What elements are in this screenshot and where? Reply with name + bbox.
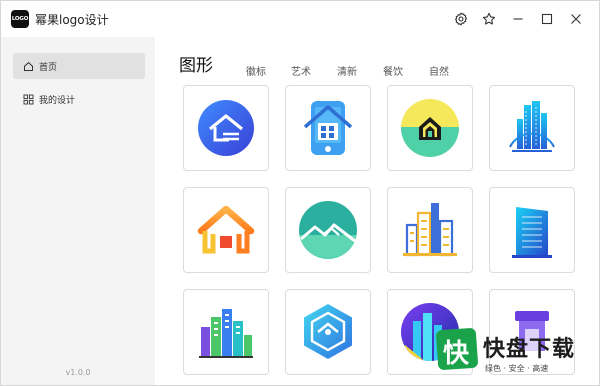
- watermark-brand: 快盘下载: [483, 337, 576, 362]
- template-card[interactable]: [387, 85, 473, 171]
- tab-badge[interactable]: 徽标: [246, 63, 266, 78]
- hexagon-house-icon: [304, 304, 352, 359]
- close-icon[interactable]: [566, 9, 586, 29]
- template-card[interactable]: [387, 187, 473, 273]
- watermark-tagline: 绿色 · 安全 · 高速: [485, 364, 549, 373]
- sidebar-item-my-designs[interactable]: 我的设计: [13, 86, 145, 112]
- template-card[interactable]: [489, 85, 575, 171]
- tab-graphics[interactable]: 图形: [179, 51, 213, 76]
- title-bar: LOGO 幂果logo设计: [1, 1, 599, 37]
- grid-icon: [23, 94, 34, 104]
- app-title: 幂果logo设计: [35, 13, 109, 27]
- minimize-icon[interactable]: [508, 9, 528, 29]
- yellow-green-house-icon: [401, 99, 459, 157]
- sidebar-item-label: 首页: [39, 62, 58, 73]
- orange-roof-house-icon: [197, 205, 255, 254]
- watermark-logo-char: 快: [443, 339, 470, 369]
- template-card[interactable]: [183, 187, 269, 273]
- sidebar-item-label: 我的设计: [39, 95, 76, 106]
- star-icon[interactable]: [479, 9, 499, 29]
- template-card[interactable]: [285, 289, 371, 375]
- app-logo-icon: LOGO: [11, 10, 29, 28]
- blue-skyscraper-icon: [509, 101, 555, 152]
- version-label: v1.0.0: [65, 368, 91, 377]
- template-card[interactable]: [285, 187, 371, 273]
- tab-nature[interactable]: 自然: [429, 63, 449, 78]
- category-tabs: 图形 徽标 艺术 清新 餐饮 自然: [179, 49, 579, 89]
- city-buildings-icon: [403, 203, 457, 257]
- colorful-city-icon: [199, 309, 253, 358]
- teal-mountain-house-icon: [299, 201, 357, 259]
- maximize-icon[interactable]: [537, 9, 557, 29]
- settings-icon[interactable]: [451, 9, 471, 29]
- template-card[interactable]: [183, 289, 269, 375]
- tab-food[interactable]: 餐饮: [383, 63, 403, 78]
- home-icon: [24, 61, 33, 71]
- tab-art[interactable]: 艺术: [291, 63, 311, 78]
- blue-circle-house-icon: [198, 100, 254, 156]
- blue-tower-icon: [512, 207, 552, 258]
- tab-fresh[interactable]: 清新: [337, 63, 357, 78]
- sidebar: 首页 我的设计 v1.0.0: [1, 37, 155, 385]
- template-card[interactable]: [285, 85, 371, 171]
- template-card[interactable]: [183, 85, 269, 171]
- phone-house-icon: [303, 101, 353, 155]
- site-watermark: 快 快盘下载 绿色 · 安全 · 高速: [435, 327, 599, 385]
- template-card[interactable]: [489, 187, 575, 273]
- app-window: LOGO 幂果logo设计 首页 我的设计 v1.0.0 图形 徽标 艺术 清新…: [0, 0, 600, 386]
- sidebar-item-home[interactable]: 首页: [13, 53, 145, 79]
